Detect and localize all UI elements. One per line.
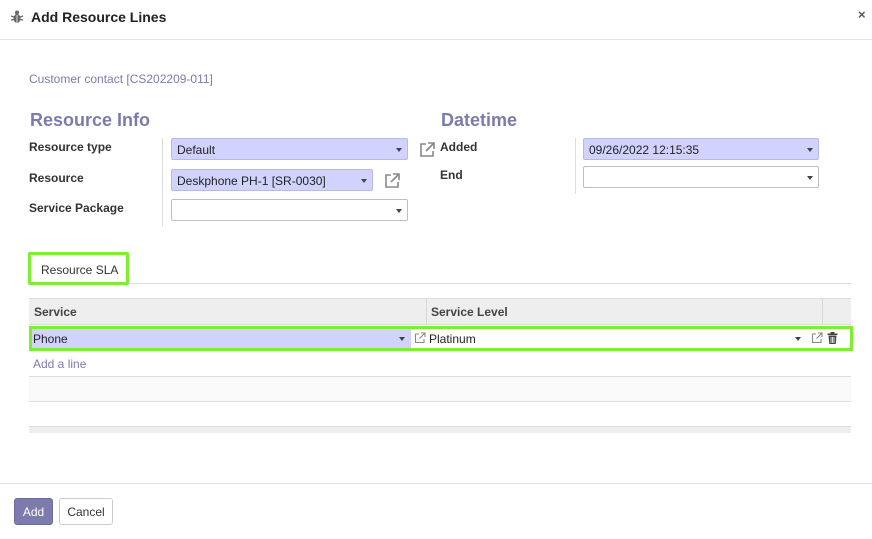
tab-label: Resource SLA (41, 263, 119, 277)
column-separator (575, 138, 576, 194)
column-header-service[interactable]: Service (34, 305, 77, 319)
external-link-icon[interactable] (811, 332, 823, 344)
end-label: End (440, 168, 463, 182)
close-icon[interactable]: × (858, 7, 866, 22)
empty-row (29, 377, 851, 401)
column-divider (822, 299, 823, 325)
service-level-value: Platinum (429, 332, 476, 346)
added-value: 09/26/2022 12:15:35 (589, 143, 700, 157)
service-package-label: Service Package (29, 201, 124, 215)
external-link-icon[interactable] (414, 332, 426, 344)
column-header-service-level[interactable]: Service Level (431, 305, 508, 319)
added-datetime-field[interactable]: 09/26/2022 12:15:35 (583, 138, 819, 160)
service-level-cell-select[interactable]: Platinum (428, 329, 834, 348)
bug-icon (10, 10, 24, 23)
datetime-heading: Datetime (441, 110, 518, 130)
caret-down-icon (807, 148, 813, 152)
row-divider (29, 401, 851, 402)
column-divider (426, 299, 427, 325)
added-label: Added (440, 140, 478, 154)
tab-resource-sla[interactable]: Resource SLA (28, 252, 129, 285)
caret-down-icon (795, 337, 801, 341)
end-datetime-field[interactable] (583, 166, 819, 188)
dialog-header: Add Resource Lines × (0, 0, 872, 40)
add-line-link[interactable]: Add a line (33, 357, 86, 371)
table-row[interactable]: Phone Platinum (29, 326, 853, 351)
table-header: Service Service Level (29, 298, 851, 325)
resource-label: Resource (29, 171, 84, 185)
trash-icon[interactable] (827, 332, 838, 344)
external-link-icon[interactable] (383, 172, 401, 190)
service-value: Phone (33, 332, 68, 346)
resource-info-heading: Resource Info (30, 110, 151, 130)
caret-down-icon (807, 176, 813, 180)
add-button[interactable]: Add (14, 498, 53, 525)
resource-type-label: Resource type (29, 140, 112, 154)
column-separator (162, 138, 163, 226)
table-footer (29, 426, 851, 433)
record-breadcrumb[interactable]: Customer contact [CS202209-011] (29, 72, 213, 86)
caret-down-icon (399, 337, 405, 341)
cancel-button[interactable]: Cancel (59, 498, 113, 525)
resource-type-select[interactable]: Default (171, 138, 408, 160)
caret-down-icon (361, 179, 367, 183)
resource-type-value: Default (177, 143, 216, 157)
resource-select[interactable]: Deskphone PH-1 [SR-0030] (171, 169, 373, 191)
dialog-title: Add Resource Lines (31, 9, 167, 25)
resource-value: Deskphone PH-1 [SR-0030] (177, 174, 326, 188)
service-cell-select[interactable]: Phone (32, 329, 411, 348)
caret-down-icon (396, 209, 402, 213)
external-link-icon[interactable] (418, 141, 436, 159)
footer-divider (0, 483, 872, 484)
service-package-select[interactable] (171, 199, 408, 221)
tab-bar-divider (28, 283, 851, 284)
caret-down-icon (396, 148, 402, 152)
